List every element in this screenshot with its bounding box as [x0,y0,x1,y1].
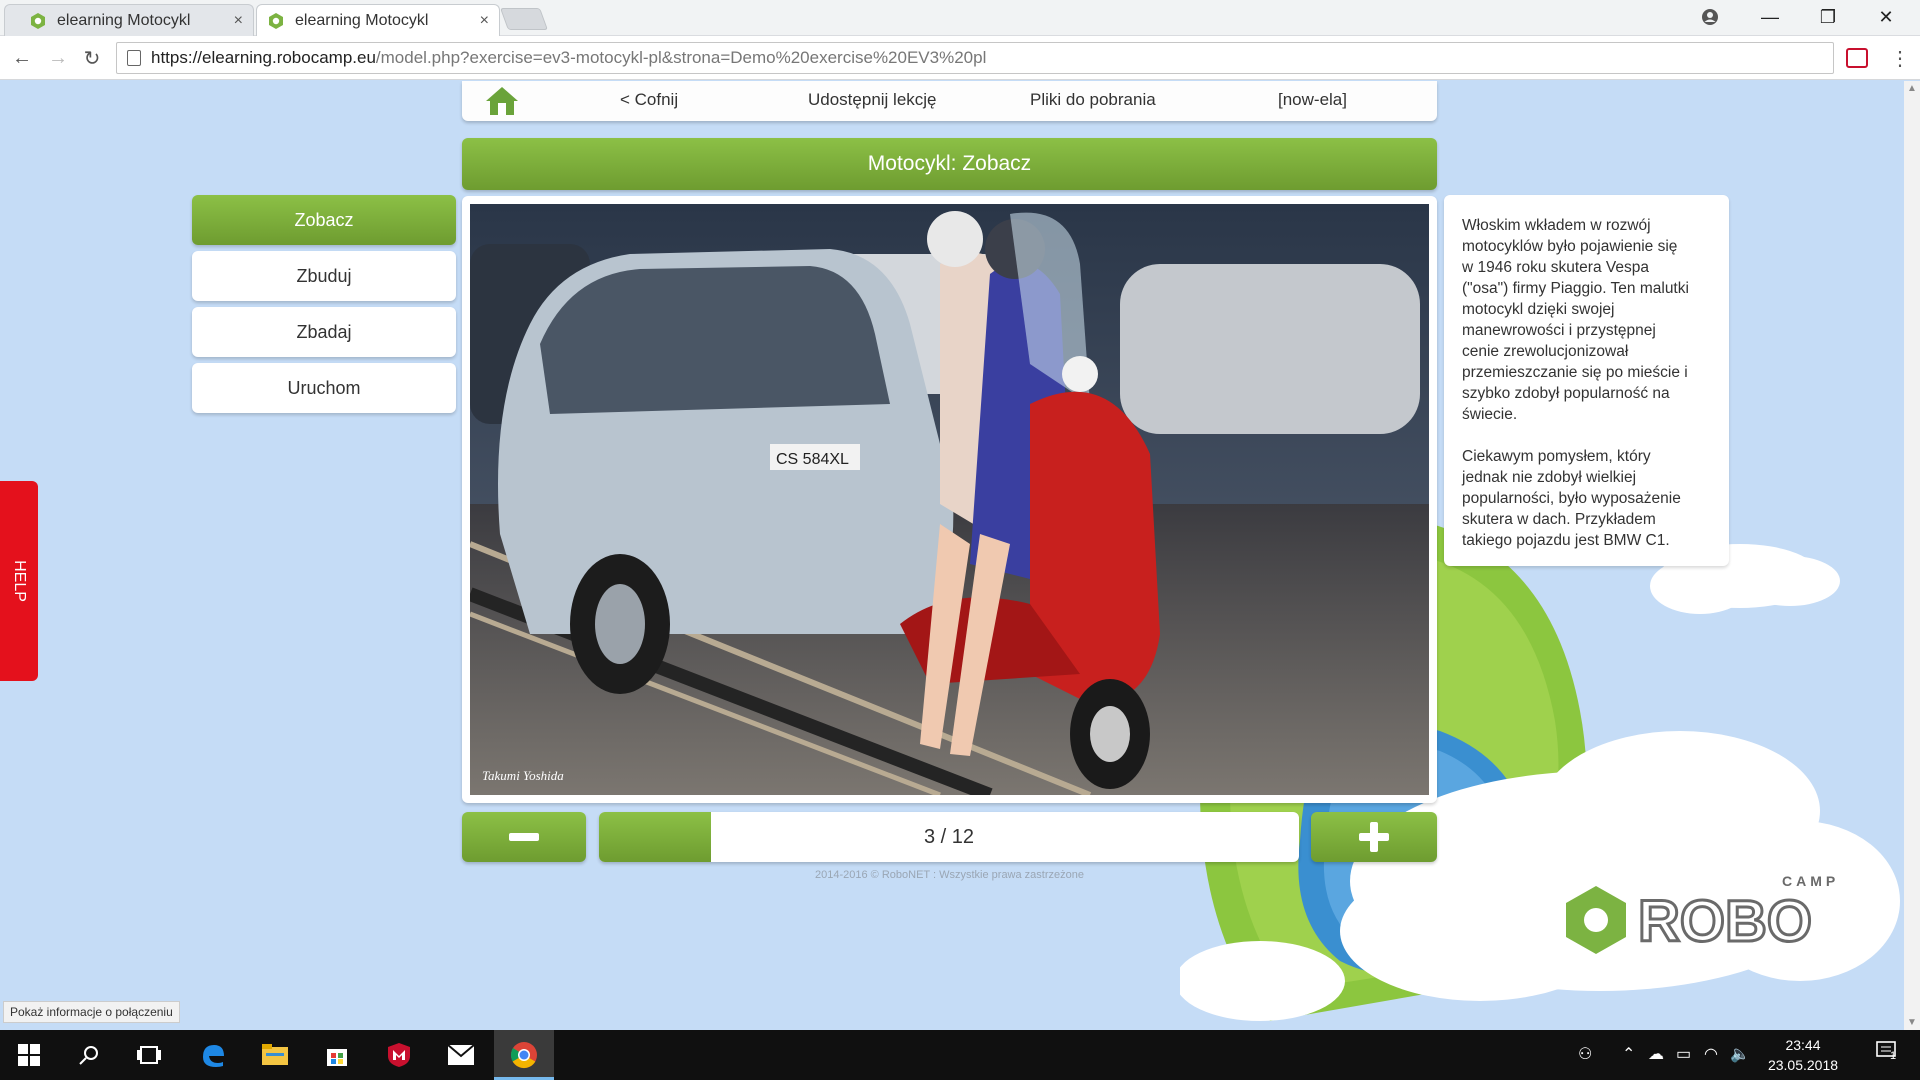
robocamp-favicon-icon [269,13,283,29]
reload-icon[interactable]: ↻ [78,44,106,72]
chrome-taskbar-button[interactable] [494,1030,554,1080]
file-explorer-icon[interactable] [260,1040,290,1070]
help-tab[interactable]: HELP [0,481,38,681]
mail-icon[interactable] [446,1040,476,1070]
photo-credit: Takumi Yoshida [482,768,564,783]
browser-toolbar: ← → ↻ https://elearning.robocamp.eu/mode… [0,36,1920,80]
windows-start-icon[interactable] [14,1040,44,1070]
logo-camp-text: CAMP [1782,873,1839,889]
description-panel: Włoskim wkładem w rozwój motocyklów było… [1444,195,1729,566]
close-window-button[interactable]: ✕ [1858,0,1914,34]
restore-button[interactable]: ❐ [1800,0,1856,34]
tab-title: elearning Motocykl [57,11,191,29]
page-counter: 3 / 12 [923,825,975,848]
task-view-icon[interactable] [134,1040,164,1070]
clock-date: 23.05.2018 [1767,1057,1839,1073]
page-progress-bar: 3 / 12 [599,812,1299,862]
lesson-image-frame: CS 584XL Takumi Yoshida [462,196,1437,803]
page-title: Motocykl: Zobacz [462,138,1437,190]
mcafee-icon[interactable] [384,1040,414,1070]
browser-tab-1[interactable]: elearning Motocykl × [4,4,254,36]
sidebar-item-zbuduj[interactable]: Zbuduj [192,251,456,301]
robocamp-favicon-icon [31,13,45,29]
notification-count: 1 [1890,1050,1897,1062]
search-icon[interactable] [74,1040,104,1070]
top-navigation: < Cofnij Udostępnij lekcję Pliki do pobr… [462,81,1437,121]
scroll-down-icon[interactable]: ▼ [1907,1017,1917,1028]
description-paragraph-2: Ciekawym pomysłem, który jednak nie zdob… [1462,448,1681,549]
tab-close-icon[interactable]: × [234,12,243,30]
status-bubble: Pokaż informacje o połączeniu [3,1001,180,1023]
help-label: HELP [11,560,29,602]
battery-icon[interactable]: ▭ [1676,1044,1691,1064]
user-link[interactable]: [now-ela] [1278,90,1347,110]
description-paragraph-1: Włoskim wkładem w rozwój motocyklów było… [1462,217,1689,423]
chrome-icon [510,1042,537,1069]
browser-tabstrip: elearning Motocykl × elearning Motocykl … [0,0,1920,36]
logo-robo-text: ROBO [1638,889,1812,954]
home-icon[interactable] [484,85,520,117]
page-scrollbar[interactable]: ▲ ▼ [1904,81,1920,1030]
next-page-button[interactable] [1311,812,1437,862]
tab-title: elearning Motocykl [295,11,429,29]
plus-icon-vertical [1370,822,1378,852]
back-link[interactable]: < Cofnij [620,90,678,110]
minus-icon [509,833,539,841]
notifications-icon[interactable]: 1 [1876,1040,1898,1067]
new-tab-button[interactable] [499,8,549,30]
minimize-button[interactable]: — [1742,0,1798,34]
back-arrow-icon[interactable]: ← [8,44,36,72]
url-path: /model.php?exercise=ev3-motocykl-pl&stro… [375,48,987,67]
web-page: ROBO CAMP < Cofnij Udostępnij lekcję Pli… [0,81,1904,1030]
downloads-link[interactable]: Pliki do pobrania [1030,90,1156,110]
windows-taskbar: ⚇ ⌃ ☁ ▭ ◠ 🔈 23:44 23.05.2018 1 [0,1030,1920,1080]
sidebar-item-zobacz[interactable]: Zobacz [192,195,456,245]
share-lesson-link[interactable]: Udostępnij lekcję [808,90,937,110]
copyright-footer: 2014-2016 © RoboNET : Wszystkie prawa za… [815,869,1084,881]
forward-arrow-icon[interactable]: → [44,44,72,72]
profile-icon[interactable] [1682,0,1738,34]
browser-menu-icon[interactable]: ⋮ [1890,46,1910,71]
people-icon[interactable]: ⚇ [1578,1044,1592,1064]
vespa-photo: CS 584XL Takumi Yoshida [470,204,1429,795]
scroll-up-icon[interactable]: ▲ [1907,83,1917,94]
edge-browser-icon[interactable] [198,1040,228,1070]
taskbar-clock[interactable]: 23:44 23.05.2018 [1758,1035,1848,1075]
volume-icon[interactable]: 🔈 [1730,1044,1750,1064]
url-input[interactable]: https://elearning.robocamp.eu/model.php?… [116,42,1834,74]
license-plate-text: CS 584XL [776,451,849,468]
clock-time: 23:44 [1785,1037,1821,1053]
tab-close-icon[interactable]: × [480,12,489,30]
sidebar-item-zbadaj[interactable]: Zbadaj [192,307,456,357]
browser-tab-2[interactable]: elearning Motocykl × [256,4,500,36]
extension-icon[interactable] [1846,48,1868,68]
sidebar-item-uruchom[interactable]: Uruchom [192,363,456,413]
tray-chevron-icon[interactable]: ⌃ [1622,1044,1635,1064]
page-info-icon[interactable] [127,50,141,66]
url-host: https://elearning.robocamp.eu [151,48,376,67]
store-icon[interactable] [322,1040,352,1070]
onedrive-icon[interactable]: ☁ [1648,1044,1664,1064]
wifi-icon[interactable]: ◠ [1704,1044,1718,1064]
previous-page-button[interactable] [462,812,586,862]
